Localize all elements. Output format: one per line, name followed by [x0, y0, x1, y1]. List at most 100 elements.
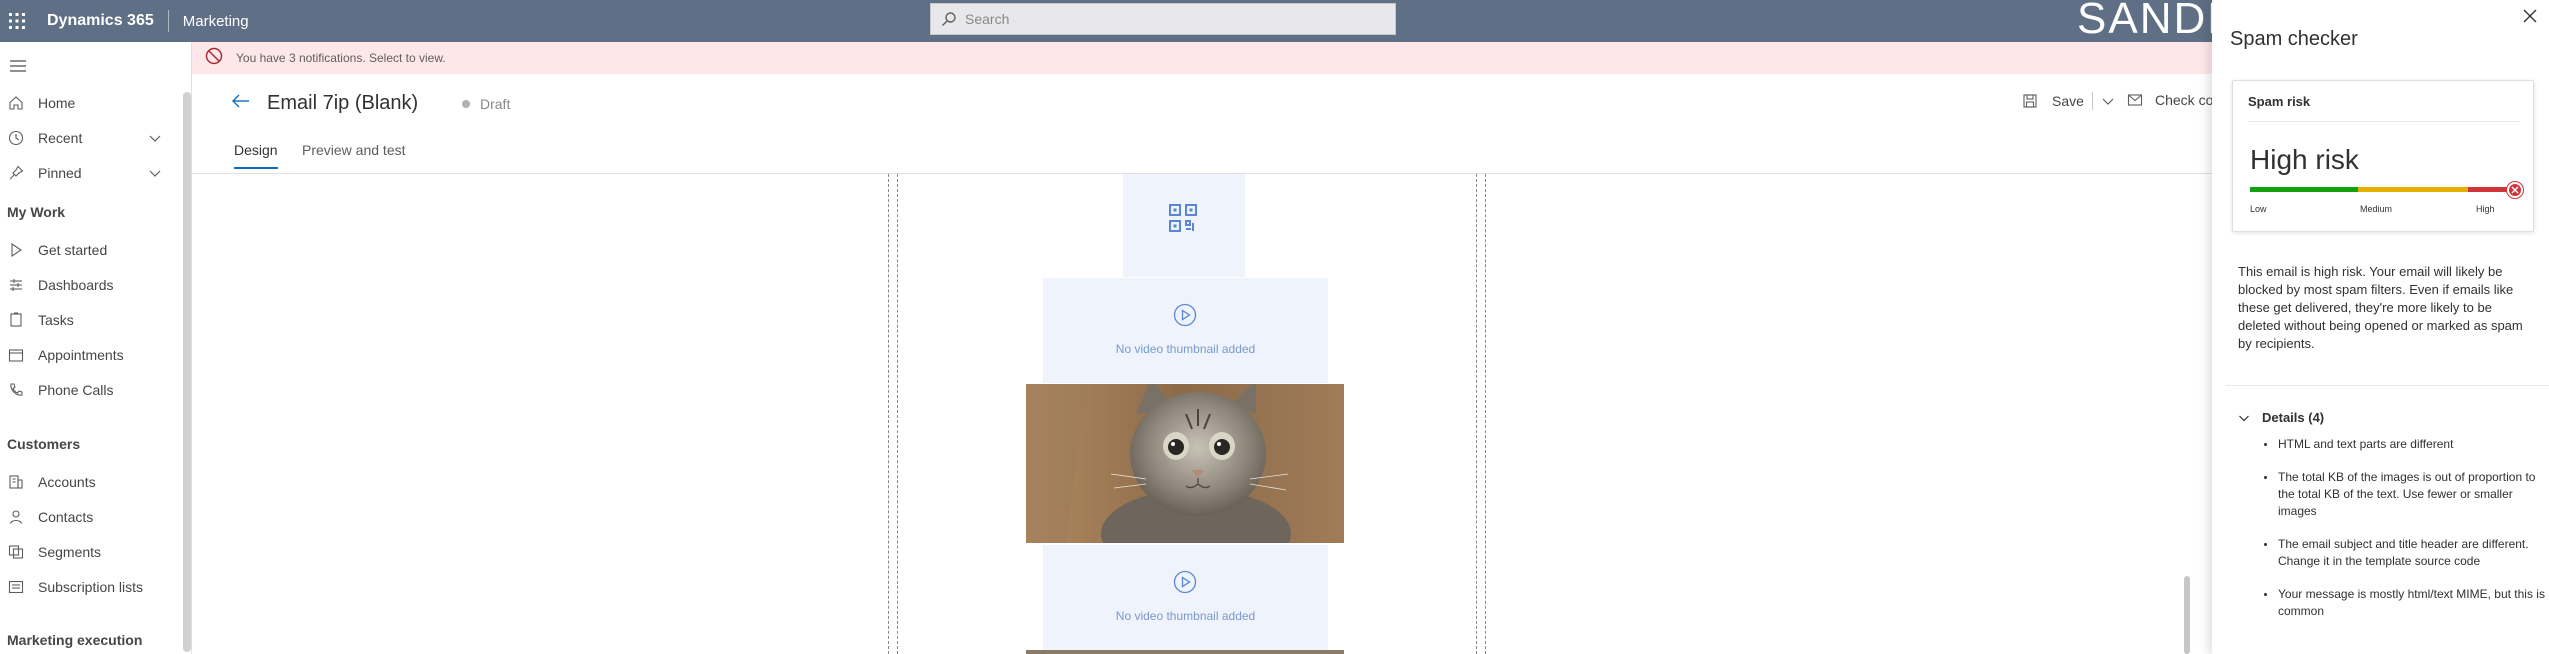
close-icon[interactable] [2522, 8, 2538, 24]
sidebar: Home Recent Pinned My Work Get started D… [0, 42, 192, 654]
clock-icon [8, 130, 24, 146]
save-split-divider [2091, 92, 2093, 110]
check-content-button[interactable]: Check con [2127, 92, 2221, 108]
dashboard-icon [8, 277, 24, 293]
detail-item: HTML and text parts are different [2260, 436, 2545, 453]
tab-bar: Design Preview and test [192, 130, 2212, 174]
risk-indicator-icon [2507, 182, 2523, 198]
sidebar-item-tasks[interactable]: Tasks [0, 305, 180, 335]
sidebar-item-label: Dashboards [38, 277, 114, 293]
video-placeholder-text: No video thumbnail added [1115, 342, 1256, 356]
sidebar-item-dashboards[interactable]: Dashboards [0, 270, 180, 300]
video-block[interactable]: No video thumbnail added [1043, 545, 1328, 650]
meter-label-medium: Medium [2360, 204, 2393, 214]
save-button[interactable]: Save [2022, 92, 2115, 110]
panel-title: Spam checker [2230, 28, 2358, 50]
blocked-icon [204, 46, 224, 71]
meter-label-high: High [2476, 204, 2495, 214]
column-guide-left [888, 174, 889, 654]
pin-icon [8, 165, 24, 181]
section-title-customers: Customers [7, 436, 81, 452]
sidebar-item-label: Appointments [38, 347, 124, 363]
section-title-marketing-execution: Marketing execution [7, 632, 143, 648]
details-list: HTML and text parts are different The to… [2260, 436, 2545, 636]
cat-image-block[interactable] [1026, 384, 1344, 543]
status-dot-icon [462, 100, 470, 108]
mail-check-icon [2127, 94, 2143, 106]
sidebar-item-appointments[interactable]: Appointments [0, 340, 180, 370]
topbar-divider [167, 10, 169, 32]
spam-risk-label: Spam risk [2248, 94, 2311, 109]
chevron-down-icon [2239, 415, 2249, 421]
sidebar-item-label: Home [38, 95, 76, 111]
image-block-partial[interactable] [1026, 650, 1344, 654]
notification-text: You have 3 notifications. Select to view… [236, 51, 446, 65]
save-label: Save [2052, 93, 2084, 109]
sidebar-item-label: Phone Calls [38, 382, 114, 398]
search-input[interactable] [965, 11, 1365, 27]
section-title-my-work: My Work [7, 204, 66, 220]
column-guide-right [1485, 174, 1486, 654]
tab-preview-and-test[interactable]: Preview and test [302, 142, 406, 167]
tab-design[interactable]: Design [234, 142, 278, 169]
calendar-icon [8, 347, 24, 363]
sidebar-item-subscription-lists[interactable]: Subscription lists [0, 572, 180, 602]
home-icon [8, 95, 24, 111]
search-icon [942, 12, 956, 26]
panel-divider [2226, 385, 2549, 386]
sidebar-item-accounts[interactable]: Accounts [0, 467, 180, 497]
sidebar-item-label: Recent [38, 130, 83, 146]
risk-meter [2250, 187, 2518, 192]
chevron-down-icon[interactable] [148, 166, 162, 180]
sidebar-item-contacts[interactable]: Contacts [0, 502, 180, 532]
card-divider [2248, 121, 2520, 122]
detail-item: The email subject and title header are d… [2260, 536, 2545, 570]
sidebar-scrollbar[interactable] [183, 92, 191, 652]
play-circle-icon [1173, 570, 1197, 594]
sidebar-item-pinned[interactable]: Pinned [0, 158, 180, 188]
play-icon [8, 242, 24, 258]
app-name[interactable]: Dynamics 365 [47, 12, 154, 30]
sidebar-item-get-started[interactable]: Get started [0, 235, 180, 265]
back-arrow-icon[interactable] [230, 90, 252, 112]
column-guide-right-inner [1476, 174, 1477, 654]
module-name[interactable]: Marketing [183, 13, 249, 30]
chevron-down-icon[interactable] [148, 131, 162, 145]
segments-icon [8, 544, 24, 560]
column-guide-left-inner [897, 174, 898, 654]
spam-risk-card: Spam risk High risk Low Medium High [2232, 80, 2534, 232]
notification-bar[interactable]: You have 3 notifications. Select to view… [192, 42, 2212, 74]
sidebar-item-phone-calls[interactable]: Phone Calls [0, 375, 180, 405]
search-box[interactable] [930, 3, 1396, 35]
sidebar-item-label: Pinned [38, 165, 82, 181]
sidebar-item-label: Accounts [38, 474, 96, 490]
task-icon [8, 312, 24, 328]
record-header: Email 7ip (Blank) Draft Save Check con [192, 74, 2221, 130]
sidebar-item-recent[interactable]: Recent [0, 123, 180, 153]
risk-meter-low-segment [2250, 187, 2358, 192]
hamburger-menu-icon[interactable] [8, 56, 28, 76]
sidebar-item-label: Get started [38, 242, 108, 258]
details-toggle[interactable]: Details (4) [2238, 410, 2324, 425]
person-icon [8, 509, 24, 525]
sidebar-item-home[interactable]: Home [0, 88, 180, 118]
video-placeholder-text: No video thumbnail added [1115, 609, 1256, 623]
list-icon [8, 579, 24, 595]
sidebar-item-segments[interactable]: Segments [0, 537, 180, 567]
status-badge: Draft [462, 96, 510, 112]
qr-code-icon [1169, 204, 1197, 232]
risk-meter-medium-segment [2358, 187, 2468, 192]
video-block[interactable]: No video thumbnail added [1043, 278, 1328, 383]
spam-checker-panel: Spam checker Spam risk High risk Low Med… [2212, 0, 2549, 654]
status-label: Draft [480, 96, 511, 112]
sidebar-item-label: Contacts [38, 509, 94, 525]
meter-label-low: Low [2250, 204, 2267, 214]
app-launcher-icon[interactable] [0, 0, 34, 42]
sidebar-item-label: Tasks [38, 312, 74, 328]
qr-code-block[interactable] [1123, 174, 1245, 277]
building-icon [8, 474, 24, 490]
detail-item: The total KB of the images is out of pro… [2260, 469, 2545, 520]
canvas-scrollbar[interactable] [2184, 576, 2190, 654]
page-title: Email 7ip (Blank) [267, 92, 419, 114]
chevron-down-icon[interactable] [2101, 94, 2115, 108]
